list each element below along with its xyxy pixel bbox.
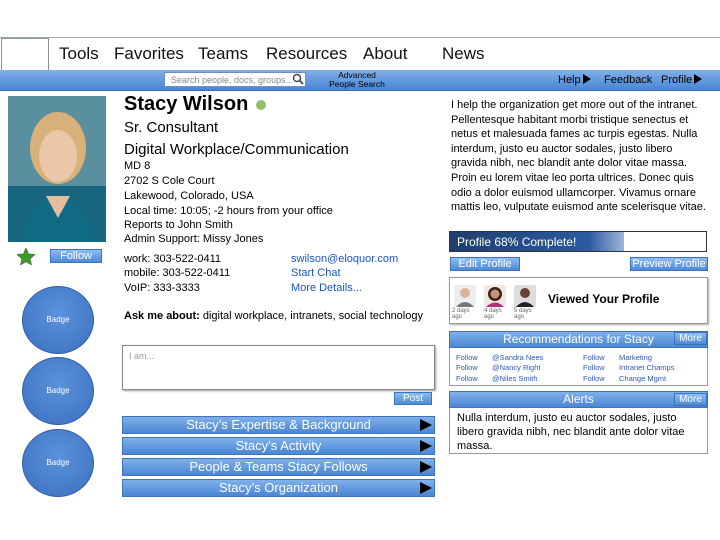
nav-resources[interactable]: Resources: [266, 44, 347, 64]
viewer-time-3: 5 days ago: [514, 308, 532, 320]
top-nav-bar: [0, 37, 720, 72]
alert-text: Nulla interdum, justo eu auctor sodales,…: [457, 412, 685, 452]
profile-completeness-text: Profile 68% Complete!: [457, 235, 577, 249]
work-phone: work: 303-522-0411: [124, 253, 222, 265]
nav-about[interactable]: About: [363, 44, 407, 64]
recommendation-item[interactable]: @Sandra Nees: [492, 353, 543, 362]
mailstop: MD 8: [124, 160, 151, 172]
follow-button[interactable]: Follow: [50, 249, 102, 263]
recommendations-more-button[interactable]: More: [674, 332, 707, 345]
profile-completeness-bar: Profile 68% Complete!: [449, 231, 707, 252]
follow-link[interactable]: Follow: [583, 363, 605, 372]
follow-link[interactable]: Follow: [456, 374, 478, 383]
bio-text: I help the organization get more out of …: [451, 99, 706, 214]
viewer-avatar-3[interactable]: [514, 285, 536, 307]
recommendation-item[interactable]: Intranet Champs: [619, 363, 674, 372]
recommendation-item[interactable]: @Niles Smith: [492, 374, 538, 383]
viewer-time-2: 4 days ago: [484, 308, 502, 320]
recommendation-item[interactable]: Change Mgmt: [619, 374, 666, 383]
triangle-right-icon: [420, 440, 432, 452]
follow-link[interactable]: Follow: [456, 353, 478, 362]
local-time: Local time: 10:05; -2 hours from your of…: [124, 205, 333, 217]
post-button[interactable]: Post: [394, 392, 432, 405]
section-follows[interactable]: People & Teams Stacy Follows: [122, 458, 435, 476]
search-input[interactable]: Search people, docs, groups...: [164, 72, 306, 87]
online-status-indicator: [256, 100, 266, 110]
nav-news[interactable]: News: [442, 44, 485, 64]
help-menu[interactable]: Help: [558, 74, 591, 86]
viewer-avatar-1[interactable]: [454, 285, 476, 307]
mobile-phone: mobile: 303-522-0411: [124, 267, 231, 279]
edit-profile-button[interactable]: Edit Profile: [450, 257, 520, 271]
voip-number: VoIP: 333-3333: [124, 282, 200, 294]
recommendations-header: Recommendations for Stacy: [449, 331, 708, 348]
triangle-right-icon: [694, 74, 703, 84]
viewer-time-1: 2 days ago: [452, 308, 470, 320]
start-chat-link[interactable]: Start Chat: [291, 267, 341, 279]
street-address: 2702 S Cole Court: [124, 175, 215, 187]
advanced-people-search-link[interactable]: Advanced People Search: [328, 71, 386, 89]
recommendation-item[interactable]: Marketing: [619, 353, 652, 362]
follow-link[interactable]: Follow: [583, 374, 605, 383]
search-icon[interactable]: [292, 73, 304, 85]
follow-link[interactable]: Follow: [583, 353, 605, 362]
logo-placeholder[interactable]: [1, 38, 49, 71]
recommendation-item[interactable]: @Nancy Right: [492, 363, 540, 372]
profile-menu[interactable]: Profile: [661, 74, 703, 86]
preview-profile-button[interactable]: Preview Profile: [630, 257, 708, 271]
department: Digital Workplace/Communication: [124, 141, 349, 158]
profile-photo: [8, 96, 106, 242]
triangle-right-icon: [420, 461, 432, 473]
viewer-avatar-2[interactable]: [484, 285, 506, 307]
badge-1[interactable]: Badge: [22, 286, 94, 354]
alerts-more-button[interactable]: More: [674, 393, 707, 406]
more-details-link[interactable]: More Details...: [291, 282, 362, 294]
alerts-panel: Nulla interdum, justo eu auctor sodales,…: [449, 408, 708, 454]
star-icon[interactable]: [17, 248, 35, 265]
triangle-right-icon: [582, 74, 591, 84]
city-address: Lakewood, Colorado, USA: [124, 190, 254, 202]
badge-2[interactable]: Badge: [22, 357, 94, 425]
admin-support: Admin Support: Missy Jones: [124, 233, 264, 245]
ask-me-about: Ask me about: digital workplace, intrane…: [124, 310, 423, 322]
job-title: Sr. Consultant: [124, 119, 219, 136]
profile-name: Stacy Wilson: [124, 93, 249, 115]
section-expertise[interactable]: Stacy’s Expertise & Background: [122, 416, 435, 434]
email-link[interactable]: swilson@eloquor.com: [291, 253, 398, 265]
recommendations-list: Follow @Sandra Nees Follow @Nancy Right …: [449, 348, 708, 386]
section-organization[interactable]: Stacy’s Organization: [122, 479, 435, 497]
status-update-input[interactable]: I am...: [122, 345, 435, 390]
follow-link[interactable]: Follow: [456, 363, 478, 372]
badge-3[interactable]: Badge: [22, 429, 94, 497]
section-activity[interactable]: Stacy’s Activity: [122, 437, 435, 455]
feedback-link[interactable]: Feedback: [604, 74, 652, 86]
viewed-your-profile-title: Viewed Your Profile: [548, 292, 660, 306]
alerts-header: Alerts: [449, 391, 708, 408]
nav-teams[interactable]: Teams: [198, 44, 248, 64]
nav-favorites[interactable]: Favorites: [114, 44, 184, 64]
triangle-right-icon: [420, 419, 432, 431]
reports-to: Reports to John Smith: [124, 219, 233, 231]
nav-tools[interactable]: Tools: [59, 44, 99, 64]
triangle-right-icon: [420, 482, 432, 494]
viewed-your-profile-panel: 2 days ago 4 days ago 5 days ago Viewed …: [449, 277, 708, 324]
